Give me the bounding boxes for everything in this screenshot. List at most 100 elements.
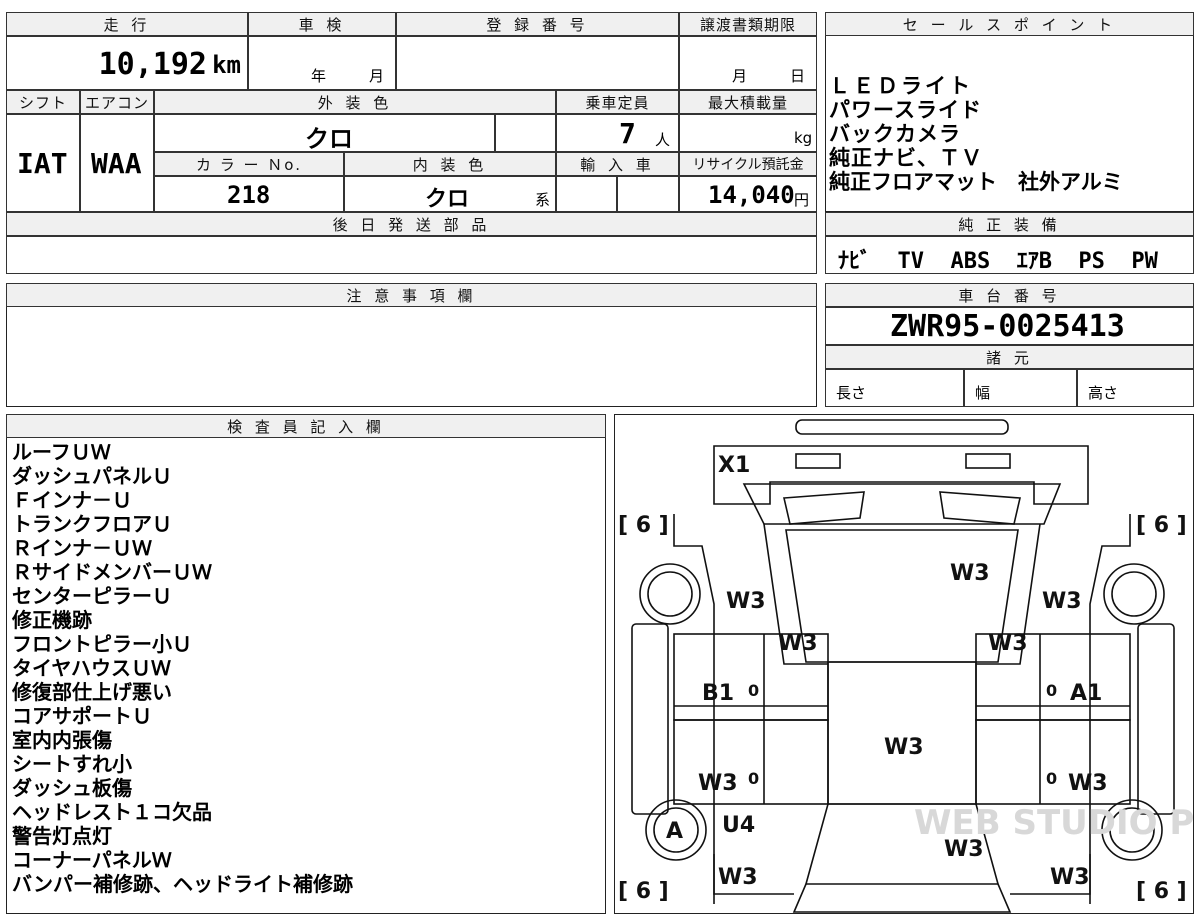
registration-header: 登 録 番 号 xyxy=(396,12,679,36)
notes-header: 注 意 事 項 欄 xyxy=(6,283,817,307)
transfer-deadline-header: 譲渡書類期限 xyxy=(679,12,817,36)
mark-w3-front-right: W3 xyxy=(1050,865,1090,890)
mark-zero-1: 0 xyxy=(748,681,759,700)
mark-u4: U4 xyxy=(722,813,755,838)
month-label: 月 xyxy=(369,67,385,85)
sales-points-header: セ ー ル ス ポ イ ン ト xyxy=(825,12,1194,36)
inspector-item: シートすれ小 xyxy=(12,752,132,776)
mark-bracket-6-rr: [ 6 ] xyxy=(1136,513,1187,538)
sales-point-item: パワースライド xyxy=(829,98,982,122)
transfer-day-label: 日 xyxy=(790,67,806,85)
sales-point-item: 純正ナビ、ＴＶ xyxy=(829,146,983,170)
ac-cell: WAA xyxy=(80,114,154,212)
inspector-list: ルーフＵＷ ダッシュパネルＵ Ｆインナ－Ｕ トランクフロアＵ Ｒインナ－ＵＷ Ｒ… xyxy=(12,440,602,896)
mileage-cell: 10,192 km xyxy=(6,36,248,90)
capacity-cell: 7 人 xyxy=(556,114,679,152)
inspector-item: 警告灯点灯 xyxy=(12,824,112,848)
mark-w3-pillar-right: W3 xyxy=(988,631,1028,656)
mark-w3-front-left: W3 xyxy=(718,865,758,890)
chassis-number-value: ZWR95-0025413 xyxy=(890,309,1125,344)
max-load-cell: kg xyxy=(679,114,817,152)
shift-value: IAT xyxy=(17,147,68,180)
color-no-cell: 218 xyxy=(154,176,344,212)
mileage-unit: km xyxy=(212,51,241,79)
color-no-header: カ ラ ー Ｎo. xyxy=(154,152,344,176)
mark-w3-front-door-left: W3 xyxy=(698,771,738,796)
genuine-equipment-header: 純 正 装 備 xyxy=(825,212,1194,236)
max-load-unit: kg xyxy=(794,129,813,147)
interior-color-value: クロ xyxy=(425,187,470,212)
mark-x1: X1 xyxy=(718,453,750,478)
inspector-item: ルーフＵＷ xyxy=(12,440,111,464)
inspector-item: タイヤハウスＵＷ xyxy=(12,656,171,680)
inspector-item: 室内内張傷 xyxy=(12,728,112,752)
import-cell-b xyxy=(617,176,679,212)
car-diagram-panel: WEB STUDIO PRO X1 [ 6 ] [ 6 ] W3 W3 W3 W… xyxy=(614,414,1194,914)
later-parts-cell xyxy=(6,236,817,274)
specs-header: 諸 元 xyxy=(825,345,1194,369)
inspector-item: センターピラーＵ xyxy=(12,584,172,608)
mark-zero-2: 0 xyxy=(1046,681,1057,700)
mark-zero-4: 0 xyxy=(1046,769,1057,788)
recycle-unit: 円 xyxy=(794,191,810,209)
mileage-value: 10,192 xyxy=(98,47,207,82)
interior-color-suffix: 系 xyxy=(535,191,551,209)
inspector-item: バンパー補修跡、ヘッドライト補修跡 xyxy=(12,872,353,896)
capacity-value: 7 xyxy=(619,117,636,150)
recycle-header: リサイクル預託金 xyxy=(679,152,817,176)
sales-point-item: バックカメラ xyxy=(829,122,961,146)
sales-point-item: 純正フロアマット 社外アルミ xyxy=(829,170,1123,194)
height-cell: 高さ xyxy=(1077,369,1194,407)
length-label: 長さ xyxy=(836,384,867,402)
inspector-item: フロントピラー小Ｕ xyxy=(12,632,192,656)
inspector-item: コアサポートＵ xyxy=(12,704,152,728)
mark-w3-pillar-left: W3 xyxy=(778,631,818,656)
recycle-value: 14,040 xyxy=(708,181,795,209)
shift-header: シフト xyxy=(6,90,80,114)
exterior-color-cell: クロ xyxy=(154,114,495,153)
shift-cell: IAT xyxy=(6,114,80,212)
car-diagram: WEB STUDIO PRO X1 [ 6 ] [ 6 ] W3 W3 W3 W… xyxy=(618,419,1194,913)
inspector-item: トランクフロアＵ xyxy=(12,512,172,536)
mark-w3-rear-left: W3 xyxy=(726,589,766,614)
inspector-item: ヘッドレスト１コ欠品 xyxy=(12,800,212,824)
interior-color-cell: クロ 系 xyxy=(344,176,556,212)
mileage-header: 走 行 xyxy=(6,12,248,36)
inspector-item: 修復部仕上げ悪い xyxy=(12,680,172,704)
mark-zero-3: 0 xyxy=(748,769,759,788)
capacity-header: 乗車定員 xyxy=(556,90,679,114)
exterior-color-value: クロ xyxy=(305,125,353,153)
mark-w3-hood: W3 xyxy=(944,837,984,862)
later-parts-header: 後 日 発 送 部 品 xyxy=(6,212,817,236)
inspector-item: ダッシュ板傷 xyxy=(12,776,132,800)
inspector-header: 検 査 員 記 入 欄 xyxy=(6,414,606,438)
import-cell-a xyxy=(556,176,617,212)
mark-bracket-6-rl: [ 6 ] xyxy=(618,513,669,538)
mark-w3-roof: W3 xyxy=(950,561,990,586)
mark-w3-center: W3 xyxy=(884,735,924,760)
transfer-cell: 月 日 xyxy=(679,36,817,90)
mark-w3-rear-right: W3 xyxy=(1042,589,1082,614)
length-cell: 長さ xyxy=(825,369,964,407)
year-label: 年 xyxy=(311,67,327,85)
mark-bracket-6-fr: [ 6 ] xyxy=(1136,879,1187,904)
sales-point-item: ＬＥＤライト xyxy=(829,74,973,98)
inspector-item: Ｒインナ－ＵＷ xyxy=(12,536,152,560)
mark-bracket-6-fl: [ 6 ] xyxy=(618,879,669,904)
mark-a1: A1 xyxy=(1070,681,1102,706)
recycle-cell: 14,040 円 xyxy=(679,176,817,212)
ac-value: WAA xyxy=(91,147,142,180)
chassis-number-cell: ZWR95-0025413 xyxy=(825,307,1194,345)
capacity-unit: 人 xyxy=(655,131,671,149)
import-header: 輸 入 車 xyxy=(556,152,679,176)
genuine-equipment-cell: ﾅﾋﾞ TV ABS ｴｱB PS PW xyxy=(825,236,1194,274)
inspection-header: 車 検 xyxy=(248,12,396,36)
inspector-item: ＲサイドメンバーＵＷ xyxy=(12,560,212,584)
interior-color-header: 内 装 色 xyxy=(344,152,556,176)
height-label: 高さ xyxy=(1088,384,1119,402)
transfer-month-label: 月 xyxy=(732,67,748,85)
inspector-item: コーナーパネルＷ xyxy=(12,848,172,872)
genuine-equipment-value: ﾅﾋﾞ TV ABS ｴｱB PS PW xyxy=(838,249,1158,274)
width-cell: 幅 xyxy=(964,369,1077,407)
mark-b1: B1 xyxy=(702,681,734,706)
